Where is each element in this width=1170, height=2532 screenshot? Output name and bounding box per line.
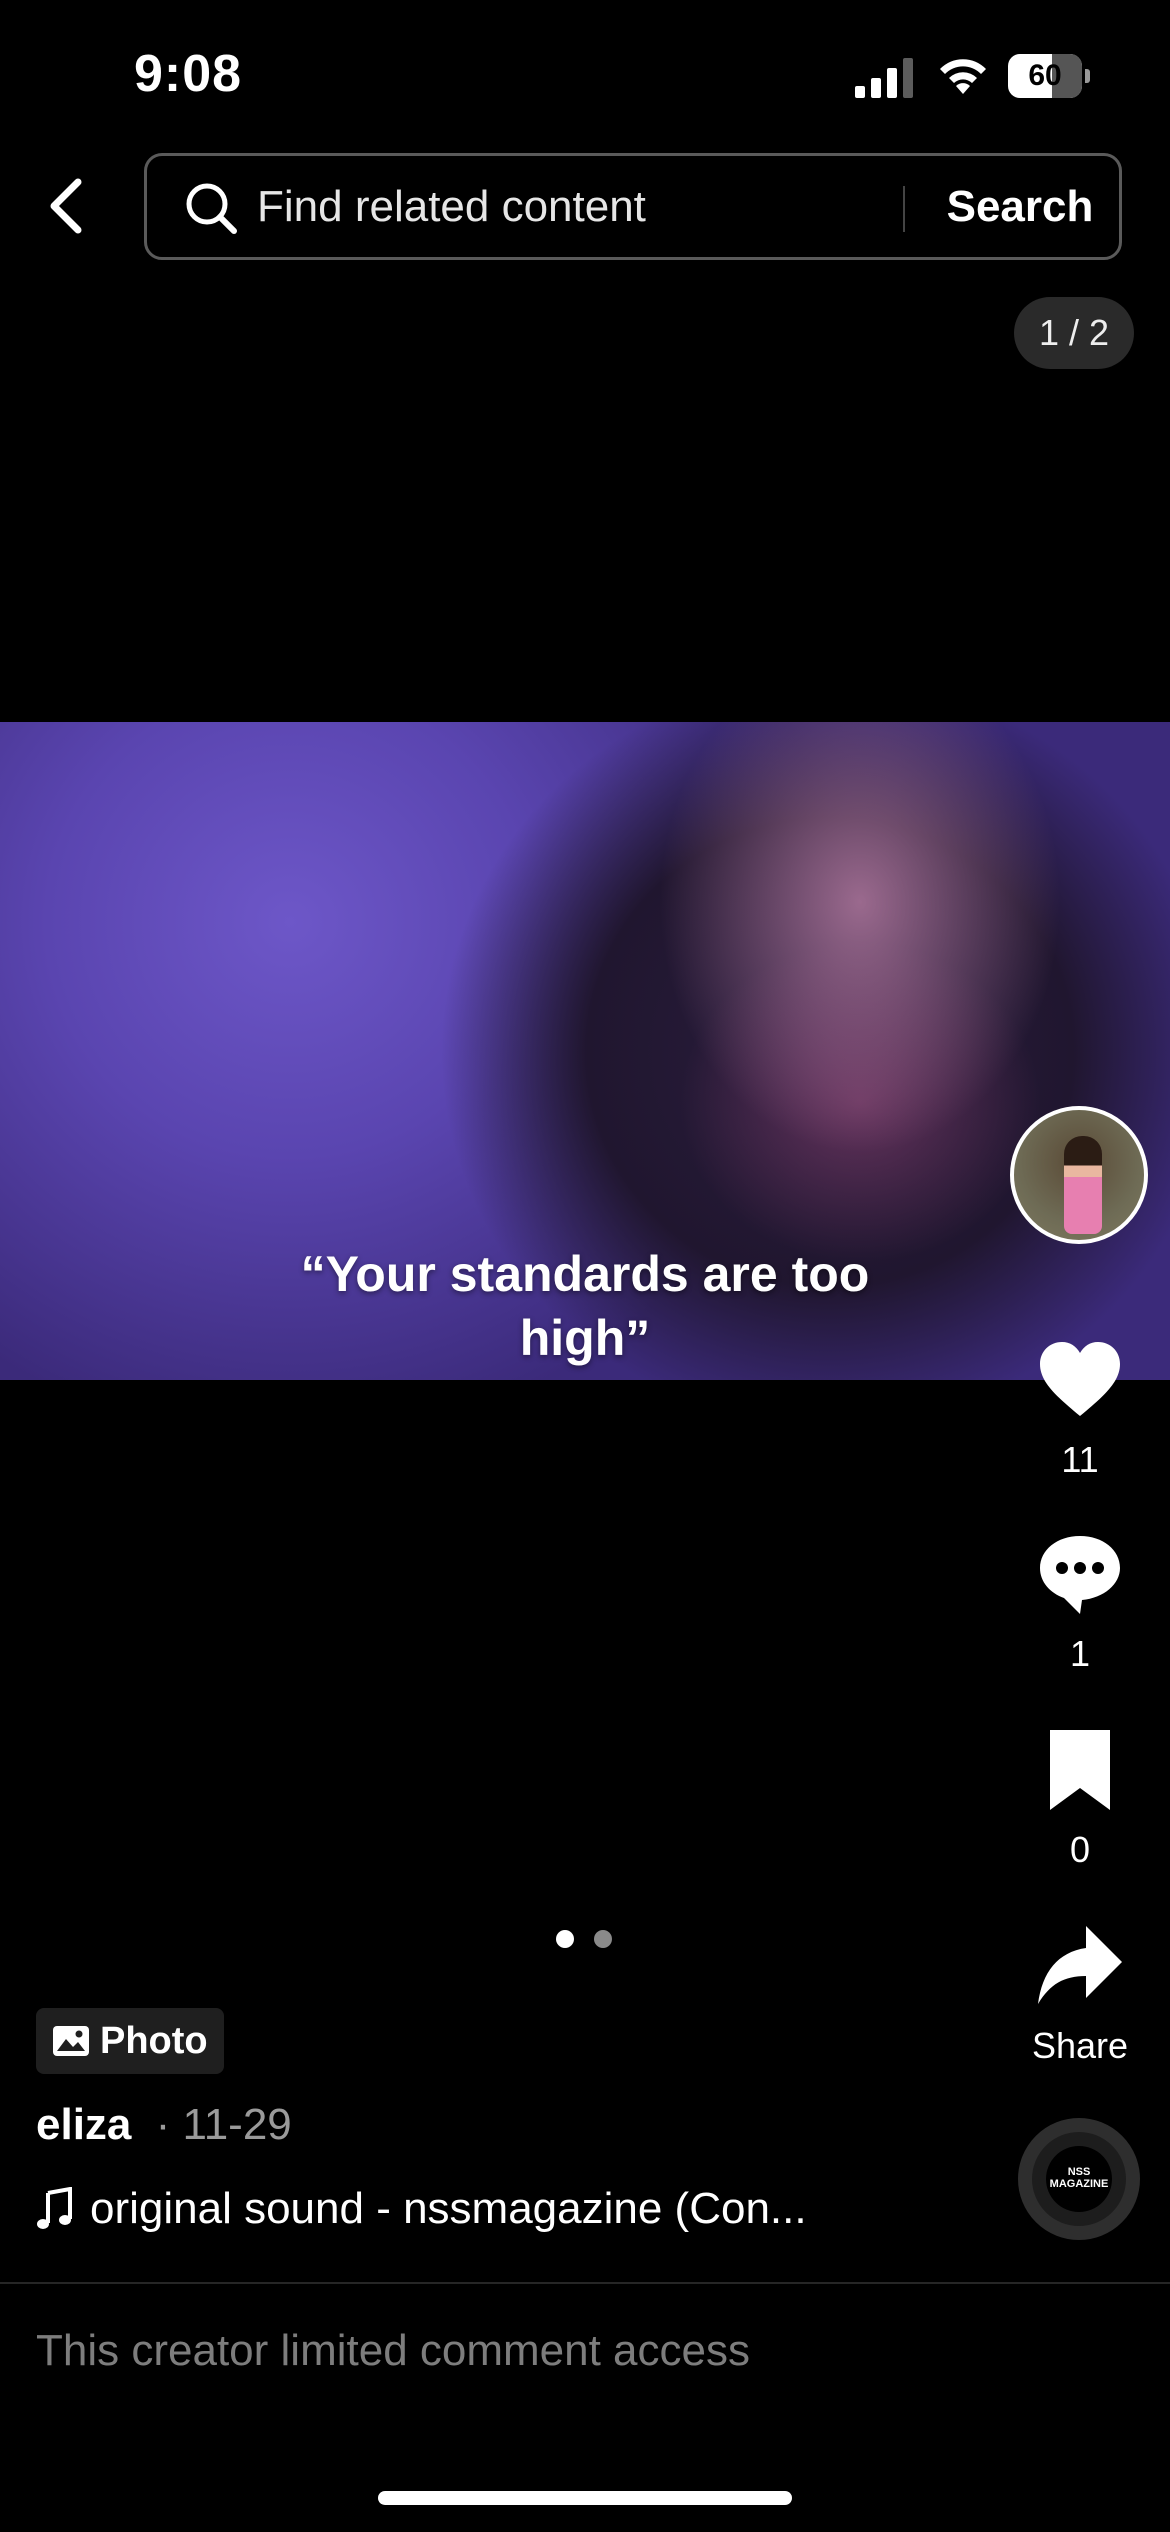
save-count: 0	[1069, 1829, 1091, 1870]
status-time: 9:08	[134, 45, 243, 103]
sound-link[interactable]: original sound - nssmagazine (Con...	[36, 2184, 896, 2234]
music-disc[interactable]: NSS MAGAZINE	[1018, 2118, 1140, 2240]
search-bar[interactable]: Search	[144, 153, 1122, 260]
carousel-indicator	[556, 1930, 616, 1950]
back-button[interactable]	[34, 170, 98, 242]
chevron-left-icon	[50, 178, 82, 234]
heart-icon	[1040, 1342, 1120, 1416]
like-action[interactable]: 11	[1020, 1336, 1140, 1481]
music-disc-label: NSS MAGAZINE	[1046, 2146, 1112, 2212]
share-action[interactable]: Share	[1020, 1922, 1140, 2067]
wifi-icon	[940, 59, 986, 94]
bookmark-icon	[1050, 1730, 1110, 1810]
page-counter: 1 / 2	[1014, 297, 1134, 369]
home-indicator[interactable]	[378, 2491, 792, 2505]
photo-caption: “Your standards are too high”	[300, 1246, 870, 1366]
battery-indicator: 60	[1008, 54, 1090, 98]
music-note-icon	[37, 2187, 72, 2229]
post-date: · 11-29	[155, 2100, 292, 2149]
avatar-figure	[1064, 1136, 1102, 1234]
share-label: Share	[1031, 2025, 1129, 2066]
author-name[interactable]: eliza	[36, 2100, 131, 2149]
comment-bubble-icon	[1040, 1536, 1120, 1614]
photo-type-badge: Photo	[36, 2008, 224, 2074]
sound-title: original sound - nssmagazine (Con...	[90, 2184, 807, 2233]
image-icon	[53, 2026, 89, 2056]
carousel-dot	[594, 1930, 612, 1948]
comment-count: 1	[1069, 1633, 1091, 1674]
creator-avatar[interactable]	[1010, 1106, 1148, 1244]
share-arrow-icon	[1038, 1926, 1122, 2004]
author-row: eliza · 11-29	[36, 2100, 292, 2150]
bottom-divider	[0, 2282, 1170, 2284]
post-photo[interactable]: “Your standards are too high”	[0, 722, 1170, 1380]
search-icon	[186, 183, 237, 234]
photo-type-label: Photo	[100, 2019, 208, 2062]
search-divider	[903, 186, 905, 232]
battery-level: 60	[1028, 59, 1062, 92]
signal-icon	[855, 58, 913, 98]
comment-action[interactable]: 1	[1020, 1530, 1140, 1675]
comment-restriction-notice: This creator limited comment access	[36, 2326, 750, 2375]
like-count: 11	[1061, 1439, 1099, 1480]
save-action[interactable]: 0	[1020, 1726, 1140, 1871]
carousel-dot-active	[556, 1930, 574, 1948]
battery-tip	[1085, 69, 1090, 83]
battery-body: 60	[1008, 54, 1082, 98]
search-input[interactable]	[257, 176, 897, 238]
search-button[interactable]: Search	[927, 174, 1113, 240]
status-bar: 9:08 60	[0, 0, 1170, 150]
